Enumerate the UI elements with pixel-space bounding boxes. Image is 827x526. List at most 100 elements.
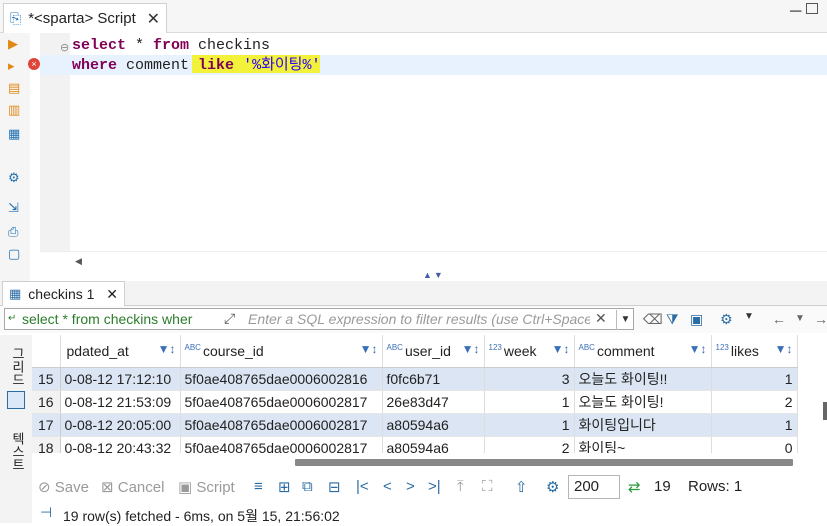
- script-tab[interactable]: ⎘ *<sparta> Script ✕: [3, 3, 167, 33]
- row-number[interactable]: 18: [32, 436, 61, 453]
- copy-row-icon[interactable]: ⧉: [302, 478, 313, 495]
- sql-line-2[interactable]: where comment like '%화이팅%': [72, 56, 320, 76]
- results-grid[interactable]: pdated_at ▼↕ ABC course_id ▼↕ ABC user_id ▼↕ …: [32, 335, 827, 453]
- row-number[interactable]: 16: [32, 390, 61, 414]
- table-row[interactable]: 15 0-08-12 17:12:10 5f0ae408765dae000600…: [32, 367, 798, 391]
- close-tab-icon[interactable]: ✕: [147, 9, 160, 29]
- previous-page-icon[interactable]: <: [383, 478, 392, 495]
- explain-plan-icon[interactable]: ▦: [8, 127, 20, 141]
- cell-user-id[interactable]: 26e83d47: [382, 390, 485, 414]
- next-page-icon[interactable]: >: [406, 478, 415, 495]
- cell-week[interactable]: 3: [484, 367, 575, 391]
- settings-icon[interactable]: ⚙: [8, 171, 20, 185]
- save-script-icon[interactable]: ▢: [8, 247, 20, 261]
- cell-updated-at[interactable]: 0-08-12 20:43:32: [60, 436, 181, 453]
- execute-script-new-tab-icon[interactable]: ▥: [8, 103, 20, 117]
- cell-user-id[interactable]: a80594a6: [382, 436, 485, 453]
- cell-comment[interactable]: 화이팅입니다: [574, 413, 712, 437]
- cancel-button[interactable]: ⊠ Cancel: [101, 478, 164, 496]
- cell-course-id[interactable]: 5f0ae408765dae0006002817: [180, 413, 383, 437]
- column-header[interactable]: ABC user_id ▼↕: [382, 335, 485, 368]
- execute-script-icon[interactable]: ▤: [8, 81, 20, 95]
- results-tab[interactable]: ▦ checkins 1 ✕: [2, 281, 125, 306]
- cell-likes[interactable]: 0: [711, 436, 798, 453]
- close-results-tab-icon[interactable]: ✕: [106, 286, 118, 303]
- cell-week[interactable]: 1: [484, 413, 575, 437]
- cell-updated-at[interactable]: 0-08-12 21:53:09: [60, 390, 181, 414]
- fold-icon[interactable]: ⊖: [60, 41, 69, 54]
- table-row[interactable]: 16 0-08-12 21:53:09 5f0ae408765dae000600…: [32, 390, 798, 414]
- cell-comment[interactable]: 화이팅~: [574, 436, 712, 453]
- cell-course-id[interactable]: 5f0ae408765dae0006002816: [180, 367, 383, 391]
- export-icon[interactable]: ⇲: [8, 201, 19, 215]
- column-header[interactable]: 123 week ▼↕: [484, 335, 575, 368]
- load-script-icon[interactable]: ⎙: [8, 225, 18, 239]
- filter-placeholder[interactable]: Enter a SQL expression to filter results…: [248, 311, 590, 327]
- save-button[interactable]: ⊘ Save: [38, 478, 89, 496]
- column-filter-icon[interactable]: ▼↕: [462, 342, 480, 356]
- grid-icon[interactable]: [7, 391, 25, 409]
- maximize-icon[interactable]: [806, 3, 818, 14]
- sql-line-1[interactable]: select * from checkins: [72, 36, 270, 56]
- column-header[interactable]: ABC comment ▼↕: [574, 335, 712, 368]
- fetch-page-icon[interactable]: ⤒: [457, 478, 464, 495]
- cell-comment[interactable]: 오늘도 화이팅!: [574, 390, 712, 414]
- last-page-icon[interactable]: >|: [428, 478, 441, 495]
- cell-week[interactable]: 2: [484, 436, 575, 453]
- eraser-icon[interactable]: ⌫: [643, 311, 663, 328]
- row-number[interactable]: 17: [32, 413, 61, 437]
- minimize-icon[interactable]: ─: [790, 3, 801, 21]
- save-filter-icon[interactable]: ▣: [690, 311, 703, 328]
- column-filter-icon[interactable]: ▼↕: [552, 342, 570, 356]
- back-arrow-icon[interactable]: ←: [772, 311, 786, 327]
- clear-filter-icon[interactable]: ✕: [595, 310, 607, 327]
- cell-course-id[interactable]: 5f0ae408765dae0006002817: [180, 436, 383, 453]
- column-filter-icon[interactable]: ▼↕: [158, 342, 176, 356]
- nav-dropdown-icon[interactable]: ▼: [795, 313, 805, 324]
- panel-splitter[interactable]: ▲▼: [423, 270, 445, 280]
- expand-filter-icon[interactable]: ⤢: [224, 310, 235, 327]
- panels-dropdown-icon[interactable]: ▼: [744, 311, 754, 322]
- cell-likes[interactable]: 2: [711, 390, 798, 414]
- table-row[interactable]: 18 0-08-12 20:43:32 5f0ae408765dae000600…: [32, 436, 798, 453]
- active-query-text[interactable]: select * from checkins wher: [22, 311, 192, 327]
- first-page-icon[interactable]: |<: [356, 478, 369, 495]
- forward-arrow-icon[interactable]: →: [814, 311, 827, 327]
- cell-user-id[interactable]: a80594a6: [382, 413, 485, 437]
- script-button[interactable]: ▣ Script: [178, 478, 235, 496]
- column-header[interactable]: ABC course_id ▼↕: [180, 335, 383, 368]
- cell-updated-at[interactable]: 0-08-12 17:12:10: [60, 367, 181, 391]
- fetch-settings-icon[interactable]: ⚙: [546, 478, 559, 496]
- delete-row-icon[interactable]: ⊟: [328, 478, 341, 496]
- cell-course-id[interactable]: 5f0ae408765dae0006002817: [180, 390, 383, 414]
- edit-row-icon[interactable]: ≡: [254, 478, 263, 495]
- cell-user-id[interactable]: f0fc6b71: [382, 367, 485, 391]
- scroll-left-icon[interactable]: ◀: [75, 256, 82, 267]
- column-header[interactable]: 123 likes ▼↕: [711, 335, 798, 368]
- add-row-icon[interactable]: ⊞: [278, 478, 291, 496]
- column-filter-icon[interactable]: ▼↕: [689, 342, 707, 356]
- execute-in-new-tab-icon[interactable]: ▸: [8, 59, 15, 73]
- text-view-tab[interactable]: 텍스트: [8, 432, 27, 471]
- column-header[interactable]: pdated_at ▼↕: [60, 335, 181, 368]
- cell-comment[interactable]: 오늘도 화이팅!!: [574, 367, 712, 391]
- panels-icon[interactable]: ⚙: [720, 311, 733, 328]
- refresh-icon[interactable]: ⇄: [628, 478, 641, 496]
- cell-likes[interactable]: 1: [711, 413, 798, 437]
- column-filter-icon[interactable]: ▼↕: [775, 342, 793, 356]
- cell-updated-at[interactable]: 0-08-12 20:05:00: [60, 413, 181, 437]
- cell-week[interactable]: 1: [484, 390, 575, 414]
- filter-settings-icon[interactable]: ⧩: [666, 311, 679, 328]
- column-filter-icon[interactable]: ▼↕: [360, 342, 378, 356]
- cell-likes[interactable]: 1: [711, 367, 798, 391]
- filter-history-dropdown[interactable]: ▼: [616, 310, 634, 330]
- grid-vertical-scrollbar[interactable]: [823, 402, 827, 420]
- grid-horizontal-scrollbar[interactable]: [295, 459, 793, 466]
- fetch-all-icon[interactable]: ⛶: [482, 478, 493, 495]
- row-number[interactable]: 15: [32, 367, 61, 391]
- export-data-icon[interactable]: ⇧: [515, 478, 528, 496]
- fetch-size-input[interactable]: 200: [568, 475, 620, 499]
- table-row[interactable]: 17 0-08-12 20:05:00 5f0ae408765dae000600…: [32, 413, 798, 437]
- query-history-icon[interactable]: ↵: [8, 313, 16, 324]
- execute-statement-icon[interactable]: ▶: [8, 37, 18, 51]
